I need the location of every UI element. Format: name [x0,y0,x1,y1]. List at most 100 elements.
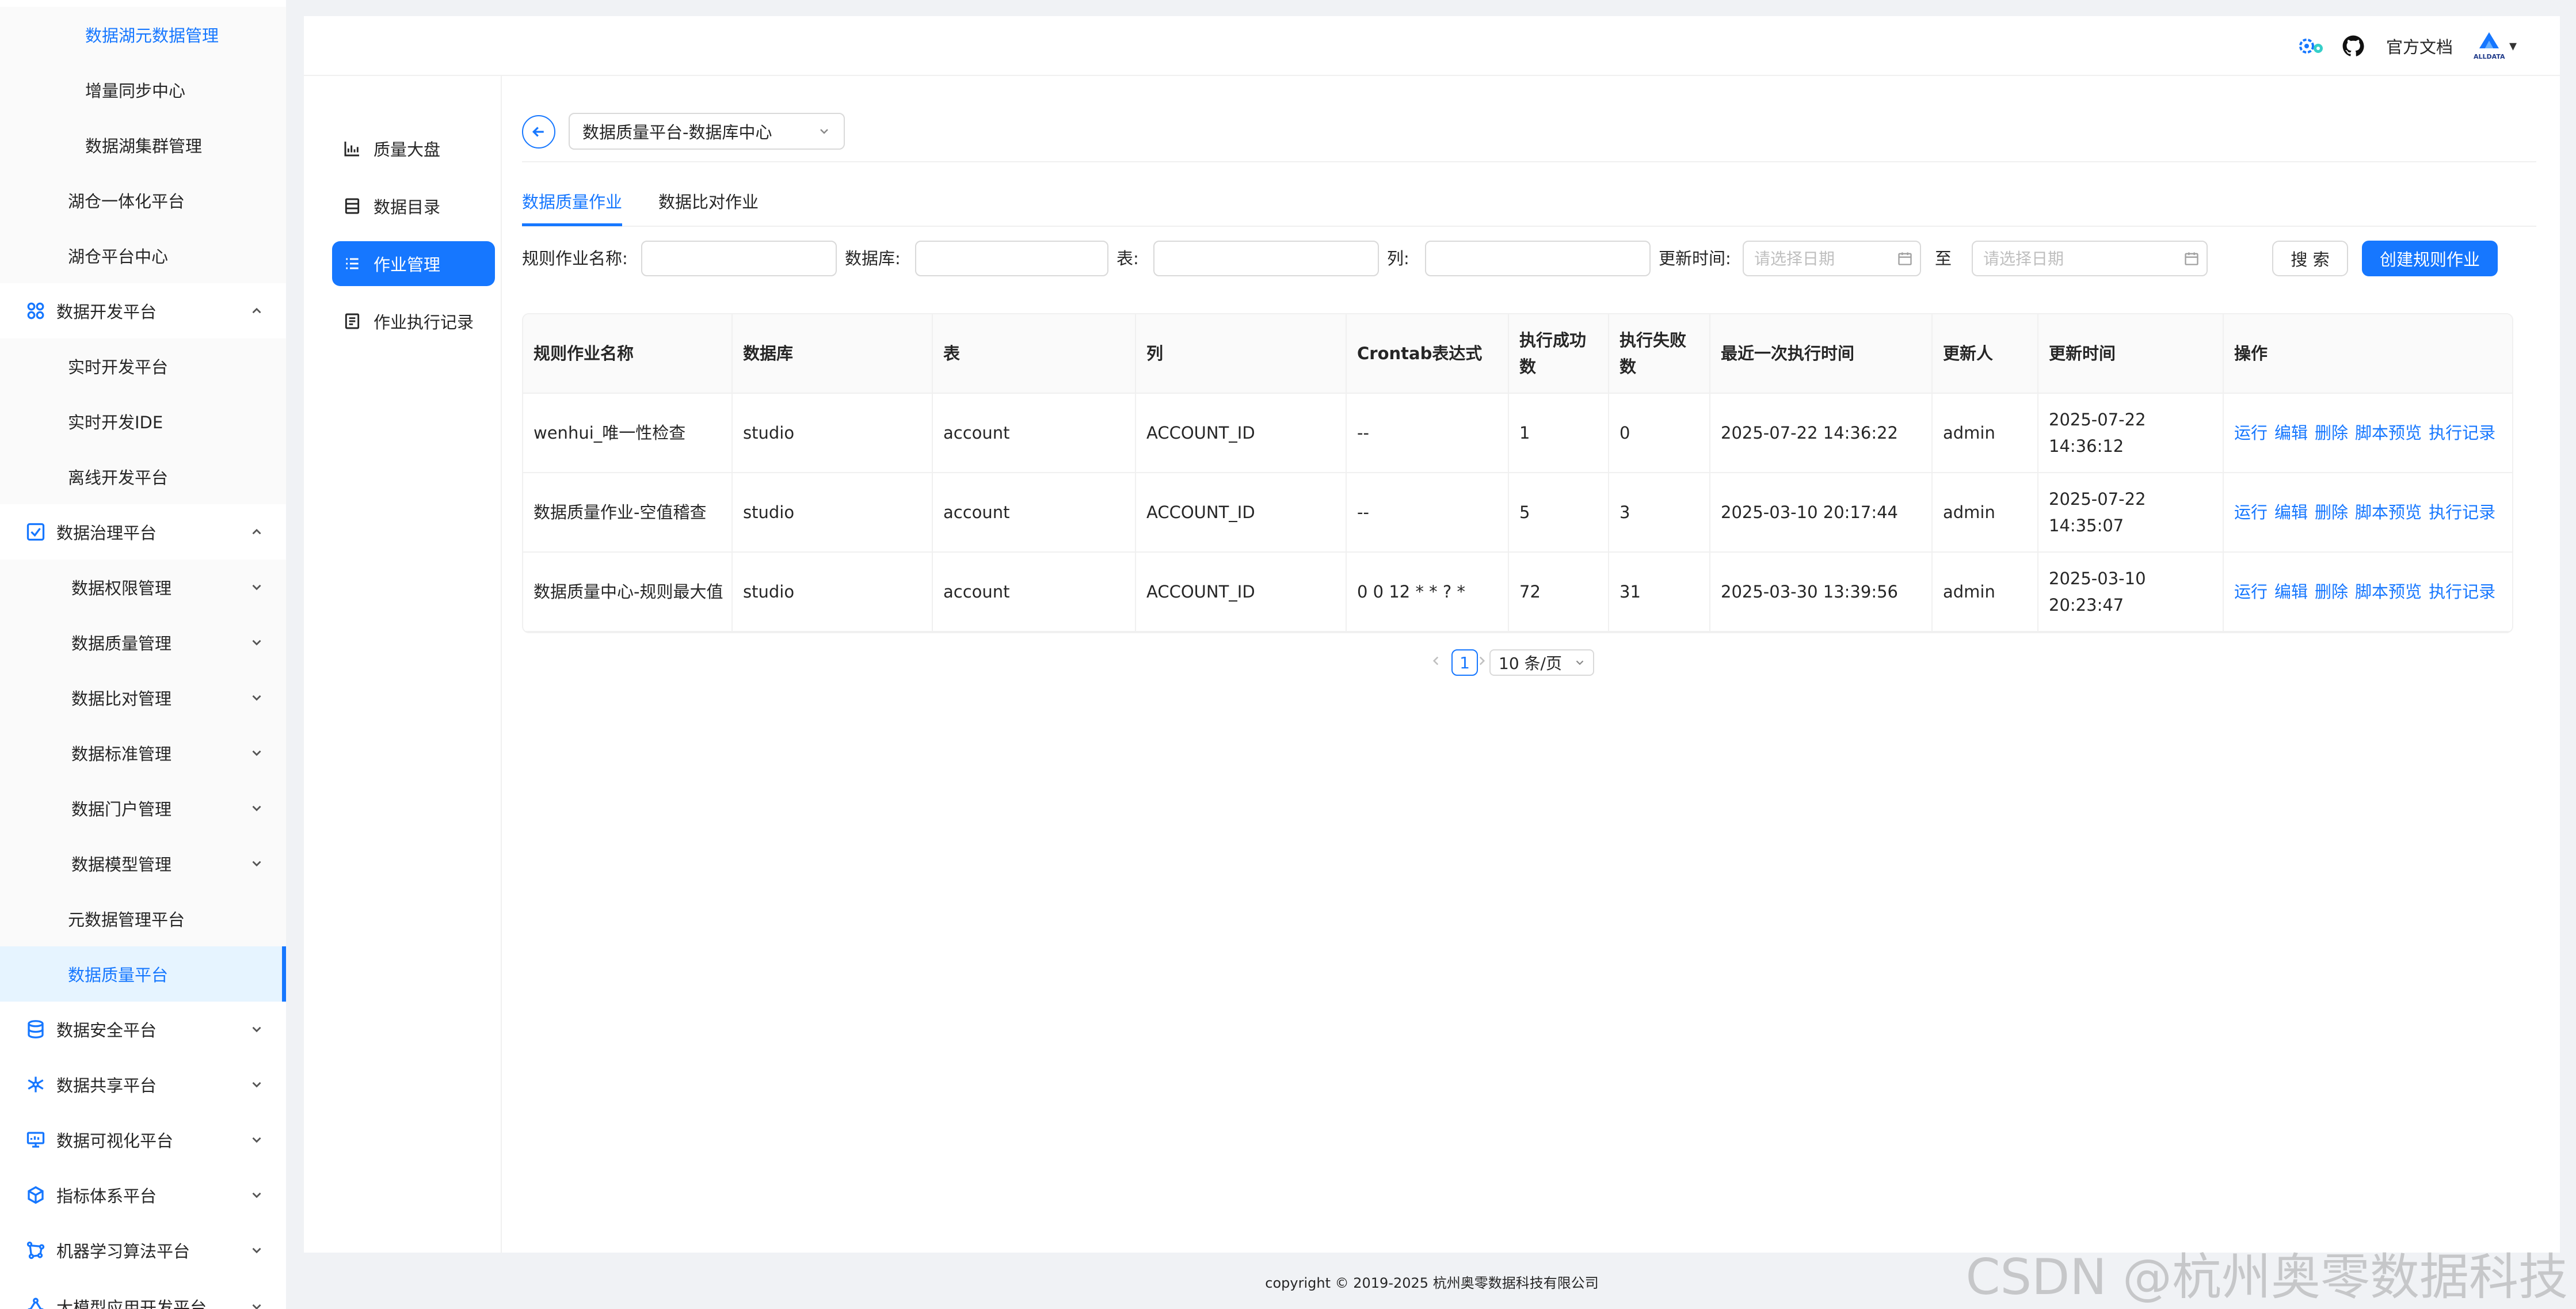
cell-table: account [932,553,1135,631]
alldata-logo-icon [2479,32,2499,48]
nav-group-metrics[interactable]: 指标体系平台 [0,1167,286,1223]
delete-link[interactable]: 删除 [2315,420,2348,446]
nav-item-permission[interactable]: 数据权限管理 [0,560,286,615]
start-date-picker[interactable] [1743,241,1921,276]
chevron-down-icon [249,1299,264,1309]
nav-item-metadata-platform[interactable]: 元数据管理平台 [0,891,286,946]
divider [522,161,2536,162]
nav-group-security[interactable]: 数据安全平台 [0,1002,286,1057]
search-button[interactable]: 搜 索 [2272,241,2348,276]
chevron-down-icon [817,124,831,138]
docs-link[interactable]: 官方文档 [2386,33,2453,59]
nav-item-label: 大模型应用开发平台 [56,1298,207,1309]
run-link[interactable]: 运行 [2234,420,2268,446]
submenu-data-catalog[interactable]: 数据目录 [332,184,495,229]
settings-gear-icon[interactable] [2296,33,2326,59]
nav-item-offline-dev[interactable]: 离线开发平台 [0,449,286,504]
script-preview-link[interactable]: 脚本预览 [2355,579,2422,605]
nav-item-label: 元数据管理平台 [68,910,185,930]
back-button[interactable] [522,115,555,149]
delete-link[interactable]: 删除 [2315,579,2348,605]
nav-group-sharing[interactable]: 数据共享平台 [0,1057,286,1112]
nav-item-quality-mgmt[interactable]: 数据质量管理 [0,615,286,670]
nav-item-portal-mgmt[interactable]: 数据门户管理 [0,781,286,836]
next-page-icon[interactable] [1474,653,1489,668]
chevron-up-icon [249,524,264,539]
list-icon [346,258,359,269]
submenu-job-execution-records[interactable]: 作业执行记录 [332,299,495,344]
cell-table: account [932,394,1135,472]
cell-database: studio [731,553,932,631]
chevron-down-icon [249,1243,264,1258]
table-row: 数据质量中心-规则最大值 studio account ACCOUNT_ID 0… [523,553,2512,632]
checkbox-icon [25,522,46,542]
job-name-input[interactable] [641,241,837,276]
nav-item-realtime-dev[interactable]: 实时开发平台 [0,338,286,394]
user-dropdown-chevron-icon[interactable]: ▾ [2509,33,2517,59]
nav-group-visualization[interactable]: 数据可视化平台 [0,1112,286,1167]
execution-records-link[interactable]: 执行记录 [2429,579,2495,605]
database-center-select-value: 数据质量平台-数据库中心 [582,123,772,142]
submenu-label: 作业管理 [374,255,441,275]
page-size-select[interactable]: 10 条/页 [1489,649,1594,676]
user-avatar[interactable]: ALLDATA [2474,22,2505,70]
nav-item-lake-cluster[interactable]: 数据湖集群管理 [0,117,286,173]
nav-group-data-governance[interactable]: 数据治理平台 [0,504,286,560]
script-preview-link[interactable]: 脚本预览 [2355,499,2422,526]
edit-link[interactable]: 编辑 [2274,420,2308,446]
column-label: 列: [1387,249,1409,268]
nav-item-lakehouse-platform[interactable]: 湖仓一体化平台 [0,173,286,228]
script-preview-link[interactable]: 脚本预览 [2355,420,2422,446]
nav-item-label: 数据安全平台 [56,1021,157,1040]
create-rule-job-button[interactable]: 创建规则作业 [2362,241,2498,276]
cell-fail-count: 0 [1608,394,1709,472]
chevron-down-icon [249,690,264,705]
run-link[interactable]: 运行 [2234,499,2268,526]
nav-item-label: 实时开发IDE [68,413,163,432]
column-header: 操作 [2223,314,2512,393]
edit-link[interactable]: 编辑 [2274,499,2308,526]
quality-submenu: 质量大盘 数据目录 作业管理 作业执行记录 [304,76,502,1253]
column-header: 表 [932,314,1135,393]
nav-item-lakehouse-center[interactable]: 湖仓平台中心 [0,228,286,283]
bar-chart-icon [344,142,359,157]
tab-compare-jobs[interactable]: 数据比对作业 [658,189,759,213]
prev-page-icon[interactable] [1428,653,1443,668]
nav-group-data-dev[interactable]: 数据开发平台 [0,283,286,338]
edit-link[interactable]: 编辑 [2274,579,2308,605]
delete-link[interactable]: 删除 [2315,499,2348,526]
nav-item-realtime-ide[interactable]: 实时开发IDE [0,394,286,449]
nav-item-incremental-sync[interactable]: 增量同步中心 [0,62,286,117]
run-link[interactable]: 运行 [2234,579,2268,605]
cell-success-count: 5 [1508,473,1608,551]
nav-item-compare-mgmt[interactable]: 数据比对管理 [0,670,286,725]
execution-records-link[interactable]: 执行记录 [2429,420,2495,446]
submenu-job-management[interactable]: 作业管理 [332,241,495,286]
cell-crontab: -- [1346,473,1508,551]
column-input[interactable] [1425,241,1651,276]
cell-success-count: 1 [1508,394,1608,472]
table-input[interactable] [1153,241,1379,276]
execution-records-link[interactable]: 执行记录 [2429,499,2495,526]
nav-group-ml[interactable]: 机器学习算法平台 [0,1223,286,1278]
github-icon[interactable] [2341,33,2365,59]
chevron-down-icon [1573,656,1586,669]
table-row: 数据质量作业-空值稽查 studio account ACCOUNT_ID --… [523,473,2512,553]
update-time-label: 更新时间: [1659,249,1731,268]
nav-group-llm[interactable]: 大模型应用开发平台 [0,1279,286,1309]
database-center-select[interactable]: 数据质量平台-数据库中心 [569,113,845,150]
nav-item-quality-platform[interactable]: 数据质量平台 [0,946,286,1002]
nav-item-lake-metadata[interactable]: 数据湖元数据管理 [0,7,286,62]
column-header: 最近一次执行时间 [1709,314,1931,393]
cell-updater: admin [1931,394,2037,472]
cell-last-run: 2025-03-10 20:17:44 [1709,473,1931,551]
chevron-down-icon [249,635,264,650]
tab-quality-jobs[interactable]: 数据质量作业 [522,189,622,213]
database-input[interactable] [915,241,1108,276]
end-date-picker[interactable] [1972,241,2208,276]
nav-item-standard-mgmt[interactable]: 数据标准管理 [0,725,286,781]
column-header: 更新人 [1931,314,2037,393]
nav-item-model-mgmt[interactable]: 数据模型管理 [0,836,286,891]
submenu-quality-dashboard[interactable]: 质量大盘 [332,126,495,171]
chevron-down-icon [249,1132,264,1147]
